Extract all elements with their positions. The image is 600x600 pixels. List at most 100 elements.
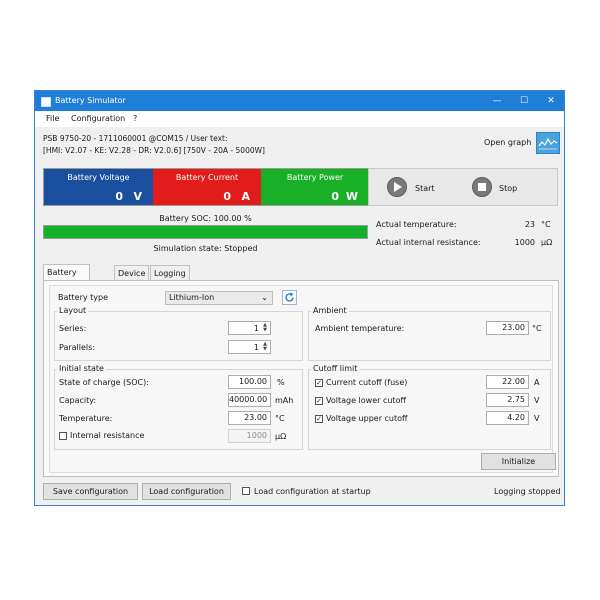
settings-area: Battery type Lithium-Ion ⌄ Layout Series…	[49, 285, 556, 473]
soc-input[interactable]: 100.00	[228, 375, 271, 389]
cutoff-limit-group: Cutoff limit ✓ Current cutoff (fuse) 22.…	[308, 364, 551, 450]
parallels-label: Parallels:	[59, 343, 96, 352]
menu-file[interactable]: File	[46, 114, 59, 123]
voltage-lower-cutoff-label: Voltage lower cutoff	[326, 396, 406, 405]
open-graph-label: Open graph	[484, 138, 532, 147]
current-cutoff-unit: A	[534, 378, 540, 387]
ambient-temperature-label: Ambient temperature:	[315, 324, 405, 333]
capacity-unit: mAh	[275, 396, 294, 405]
voltage-meter-value: 0	[115, 190, 123, 203]
voltage-upper-cutoff-input[interactable]: 4.20	[486, 411, 529, 425]
menu-help[interactable]: ?	[133, 114, 137, 123]
current-meter: Battery Current 0 A	[153, 169, 261, 205]
graph-icon[interactable]	[536, 132, 560, 154]
close-button[interactable]: ✕	[538, 91, 564, 111]
maximize-button[interactable]: ☐	[511, 91, 537, 111]
voltage-meter-label: Battery Voltage	[67, 173, 130, 182]
capacity-input[interactable]: 40000.00	[228, 393, 271, 407]
soc-field-label: State of charge (SOC):	[59, 378, 149, 387]
current-meter-unit: A	[241, 190, 250, 203]
initialize-button[interactable]: Initialize	[481, 453, 556, 470]
battery-type-label: Battery type	[58, 293, 109, 302]
actual-temperature-value: 23	[524, 220, 535, 229]
temperature-unit: °C	[275, 414, 285, 423]
current-cutoff-input[interactable]: 22.00	[486, 375, 529, 389]
actual-resistance-unit: µΩ	[541, 238, 553, 247]
temperature-input[interactable]: 23.00	[228, 411, 271, 425]
meters-panel: Battery Voltage 0 V Battery Current 0 A …	[43, 168, 369, 206]
internal-resistance-unit: µΩ	[275, 432, 287, 441]
menu-configuration[interactable]: Configuration	[71, 114, 125, 123]
battery-simulator-panel: Battery type Lithium-Ion ⌄ Layout Series…	[43, 280, 559, 477]
chevron-down-icon: ⌄	[261, 293, 268, 302]
voltage-upper-cutoff-checkbox[interactable]: ✓	[315, 415, 323, 423]
actual-temperature-unit: °C	[541, 220, 551, 229]
stop-icon	[478, 183, 486, 191]
device-info-line2: [HMI: V2.07 - KE: V2.28 - DR: V2.0.6] [7…	[43, 146, 265, 155]
voltage-upper-cutoff-unit: V	[534, 414, 540, 423]
actual-resistance-value: 1000	[514, 238, 535, 247]
internal-resistance-checkbox[interactable]	[59, 432, 67, 440]
power-meter-label: Battery Power	[286, 173, 344, 182]
initial-state-group-title: Initial state	[57, 364, 106, 373]
series-value: 1	[253, 324, 259, 333]
battery-simulator-window: Battery Simulator — ☐ ✕ File Configurati…	[34, 90, 565, 506]
refresh-button[interactable]	[282, 290, 297, 305]
ambient-group-title: Ambient	[311, 306, 349, 315]
stepper-arrows-icon[interactable]: ▲ ▼	[261, 342, 269, 352]
voltage-meter-unit: V	[133, 190, 142, 203]
battery-type-value: Lithium-Ion	[169, 293, 215, 302]
power-meter-unit: W	[345, 190, 358, 203]
start-button[interactable]	[387, 177, 407, 197]
battery-type-select[interactable]: Lithium-Ion ⌄	[165, 291, 273, 305]
parallels-value: 1	[253, 343, 259, 352]
soc-unit: %	[277, 378, 285, 387]
app-icon	[41, 97, 51, 107]
device-info: PSB 9750-20 - 1711060001 @COM15 / User t…	[43, 133, 265, 157]
load-at-startup-checkbox[interactable]	[242, 487, 250, 495]
voltage-meter: Battery Voltage 0 V	[44, 169, 153, 205]
simulation-state: Simulation state: Stopped	[153, 244, 258, 253]
voltage-lower-cutoff-input[interactable]: 2.75	[486, 393, 529, 407]
load-configuration-button[interactable]: Load configuration	[142, 483, 231, 500]
voltage-lower-cutoff-checkbox[interactable]: ✓	[315, 397, 323, 405]
stepper-arrows-icon[interactable]: ▲ ▼	[261, 323, 269, 333]
logging-status: Logging stopped	[494, 487, 561, 496]
menu-bar: File Configuration ?	[35, 111, 564, 127]
tab-logging[interactable]: Logging	[150, 265, 190, 280]
power-meter-value: 0	[331, 190, 339, 203]
internal-resistance-input[interactable]: 1000	[228, 429, 271, 443]
series-label: Series:	[59, 324, 87, 333]
soc-label: Battery SOC: 100.00 %	[159, 214, 252, 223]
play-icon	[394, 182, 402, 192]
title-bar: Battery Simulator — ☐ ✕	[35, 91, 564, 111]
tab-device[interactable]: Device	[114, 265, 150, 280]
current-cutoff-label: Current cutoff (fuse)	[326, 378, 408, 387]
ambient-group: Ambient Ambient temperature: 23.00 °C	[308, 306, 551, 361]
device-info-line1: PSB 9750-20 - 1711060001 @COM15 / User t…	[43, 134, 228, 143]
stop-button[interactable]	[472, 177, 492, 197]
voltage-upper-cutoff-label: Voltage upper cutoff	[326, 414, 408, 423]
parallels-stepper[interactable]: 1 ▲ ▼	[228, 340, 271, 354]
minimize-button[interactable]: —	[484, 91, 510, 111]
ambient-temperature-unit: °C	[532, 324, 542, 333]
refresh-icon	[285, 292, 294, 302]
actual-resistance-label: Actual internal resistance:	[376, 238, 481, 247]
voltage-lower-cutoff-unit: V	[534, 396, 540, 405]
save-configuration-button[interactable]: Save configuration	[43, 483, 138, 500]
power-meter: Battery Power 0 W	[261, 169, 369, 205]
layout-group: Layout Series: 1 ▲ ▼ Parallels: 1 ▲ ▼	[54, 306, 303, 361]
layout-group-title: Layout	[57, 306, 89, 315]
tab-battery-simulator[interactable]: Battery Simulator	[43, 264, 90, 292]
current-cutoff-checkbox[interactable]: ✓	[315, 379, 323, 387]
internal-resistance-label: Internal resistance	[70, 431, 145, 440]
cutoff-limit-group-title: Cutoff limit	[311, 364, 360, 373]
current-meter-value: 0	[223, 190, 231, 203]
load-at-startup-label: Load configuration at startup	[254, 487, 371, 496]
series-stepper[interactable]: 1 ▲ ▼	[228, 321, 271, 335]
actual-temperature-label: Actual temperature:	[376, 220, 457, 229]
window-title: Battery Simulator	[55, 96, 126, 105]
ambient-temperature-input[interactable]: 23.00	[486, 321, 529, 335]
control-panel: Start Stop	[368, 168, 558, 206]
current-meter-label: Battery Current	[175, 173, 239, 182]
